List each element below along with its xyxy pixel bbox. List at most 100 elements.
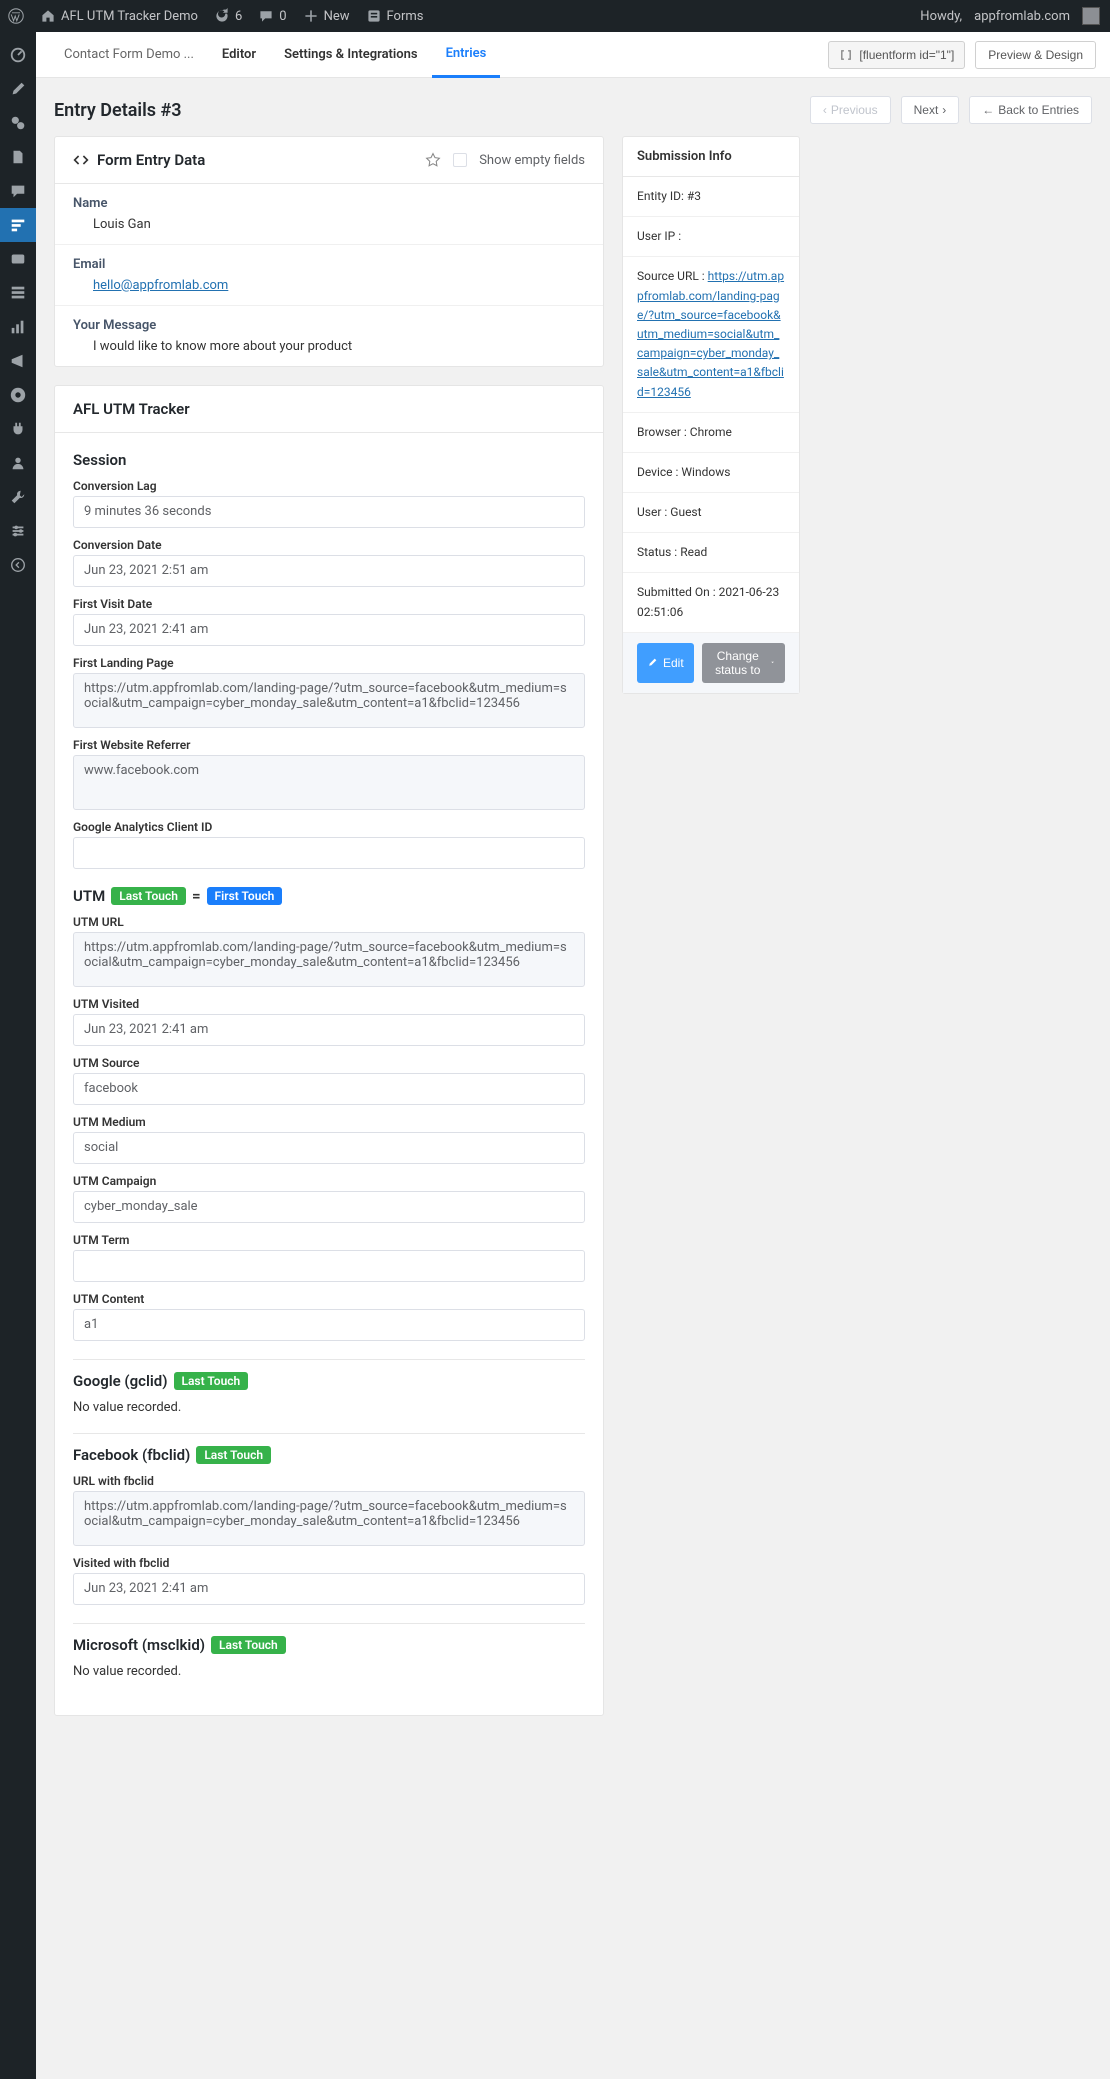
menu-analytics[interactable]	[0, 310, 36, 344]
menu-users[interactable]	[0, 446, 36, 480]
wp-admin-sidebar	[0, 32, 36, 2079]
menu-media[interactable]	[0, 106, 36, 140]
google-novalue: No value recorded.	[73, 1400, 585, 1415]
wp-admin-bar: AFL UTM Tracker Demo 6 0 New Forms Howdy…	[0, 0, 1110, 32]
entry-name-value: Louis Gan	[73, 217, 585, 232]
back-button[interactable]: ← Back to Entries	[969, 96, 1092, 124]
tab-editor[interactable]: Editor	[208, 32, 270, 78]
menu-comments[interactable]	[0, 174, 36, 208]
utm-section-title: UTM Last Touch = First Touch	[73, 887, 585, 905]
menu-plugins[interactable]	[0, 412, 36, 446]
wp-logo[interactable]	[0, 0, 32, 32]
first-visit-value: Jun 23, 2021 2:41 am	[73, 614, 585, 646]
comments-link[interactable]: 0	[250, 0, 294, 32]
submission-user: User : Guest	[623, 493, 799, 533]
comments-count: 0	[279, 9, 286, 24]
fbclid-url-value: https://utm.appfromlab.com/landing-page/…	[73, 1491, 585, 1546]
forms-label: Forms	[387, 9, 424, 24]
update-icon	[214, 8, 230, 24]
chevron-down-icon	[770, 658, 775, 667]
edit-button[interactable]: Edit	[637, 643, 694, 683]
menu-tools[interactable]	[0, 480, 36, 514]
microsoft-badge: Last Touch	[211, 1636, 286, 1654]
tracker-title: AFL UTM Tracker	[73, 400, 190, 418]
google-section-title: Google (gclid) Last Touch	[73, 1372, 585, 1390]
first-touch-badge: First Touch	[207, 887, 283, 905]
username[interactable]: appfromlab.com	[974, 9, 1070, 24]
microsoft-section-title: Microsoft (msclkid) Last Touch	[73, 1636, 585, 1654]
plus-icon	[303, 8, 319, 24]
menu-appearance[interactable]	[0, 378, 36, 412]
shortcode-button[interactable]: [fluentform id="1"]	[828, 41, 965, 69]
forms-link[interactable]: Forms	[358, 0, 432, 32]
tab-entries[interactable]: Entries	[432, 32, 501, 78]
updates-count: 6	[235, 9, 242, 24]
menu-dashboard[interactable]	[0, 38, 36, 72]
new-label: New	[324, 9, 350, 24]
utm-source-value: facebook	[73, 1073, 585, 1105]
entry-message-value: I would like to know more about your pro…	[73, 339, 585, 354]
submission-device: Device : Windows	[623, 453, 799, 493]
menu-marketing[interactable]	[0, 344, 36, 378]
form-entry-header: Form Entry Data	[97, 151, 205, 169]
source-url-link[interactable]: https://utm.appfromlab.com/landing-page/…	[637, 269, 784, 398]
menu-pages[interactable]	[0, 140, 36, 174]
shortcode-icon	[839, 48, 853, 62]
menu-products[interactable]	[0, 276, 36, 310]
submission-source-url: Source URL : https://utm.appfromlab.com/…	[623, 257, 799, 412]
first-landing-value: https://utm.appfromlab.com/landing-page/…	[73, 673, 585, 728]
entry-email-link[interactable]: hello@appfromlab.com	[93, 278, 228, 293]
entry-row-email: Email hello@appfromlab.com	[55, 245, 603, 306]
submission-user-ip: User IP :	[623, 217, 799, 257]
submission-submitted: Submitted On : 2021-06-23 02:51:06	[623, 573, 799, 632]
prev-button[interactable]: ‹ Previous	[810, 96, 891, 124]
menu-collapse[interactable]	[0, 548, 36, 582]
home-icon	[40, 8, 56, 24]
menu-posts[interactable]	[0, 72, 36, 106]
first-referrer-value: www.facebook.com	[73, 755, 585, 810]
form-entry-card: Form Entry Data Show empty fields Name L…	[54, 136, 604, 367]
show-empty-checkbox[interactable]	[453, 153, 467, 167]
utm-tracker-card: AFL UTM Tracker Session Conversion Lag 9…	[54, 385, 604, 1716]
microsoft-novalue: No value recorded.	[73, 1664, 585, 1679]
utm-content-value: a1	[73, 1309, 585, 1341]
howdy-text: Howdy,	[920, 9, 962, 24]
entry-row-name: Name Louis Gan	[55, 184, 603, 245]
conversion-lag-value: 9 minutes 36 seconds	[73, 496, 585, 528]
site-link[interactable]: AFL UTM Tracker Demo	[32, 0, 206, 32]
conversion-date-value: Jun 23, 2021 2:51 am	[73, 555, 585, 587]
google-badge: Last Touch	[174, 1372, 249, 1390]
change-status-button[interactable]: Change status to	[702, 643, 785, 683]
site-name: AFL UTM Tracker Demo	[61, 9, 198, 24]
menu-settings[interactable]	[0, 514, 36, 548]
utm-medium-value: social	[73, 1132, 585, 1164]
menu-fluent-forms[interactable]	[0, 208, 36, 242]
forms-icon	[366, 8, 382, 24]
facebook-section-title: Facebook (fbclid) Last Touch	[73, 1446, 585, 1464]
page-title: Entry Details #3	[54, 100, 182, 121]
next-button[interactable]: Next ›	[901, 96, 960, 124]
preview-button[interactable]: Preview & Design	[975, 41, 1096, 69]
new-link[interactable]: New	[295, 0, 358, 32]
last-touch-badge: Last Touch	[111, 887, 186, 905]
tab-form-name[interactable]: Contact Form Demo ...	[50, 32, 208, 78]
menu-woocommerce[interactable]	[0, 242, 36, 276]
show-empty-label: Show empty fields	[479, 153, 585, 168]
form-tab-bar: Contact Form Demo ... Editor Settings & …	[36, 32, 1110, 78]
updates-link[interactable]: 6	[206, 0, 250, 32]
pencil-icon	[647, 657, 658, 668]
session-title: Session	[73, 451, 585, 469]
avatar[interactable]	[1082, 7, 1100, 25]
tab-settings[interactable]: Settings & Integrations	[270, 32, 432, 78]
utm-url-value: https://utm.appfromlab.com/landing-page/…	[73, 932, 585, 987]
utm-campaign-value: cyber_monday_sale	[73, 1191, 585, 1223]
utm-visited-value: Jun 23, 2021 2:41 am	[73, 1014, 585, 1046]
facebook-badge: Last Touch	[196, 1446, 271, 1464]
wordpress-icon	[8, 8, 24, 24]
utm-term-value	[73, 1250, 585, 1282]
star-icon[interactable]	[425, 152, 441, 168]
submission-entity-id: Entity ID: #3	[623, 177, 799, 217]
comment-icon	[258, 8, 274, 24]
entry-row-message: Your Message I would like to know more a…	[55, 306, 603, 366]
ga-client-value	[73, 837, 585, 869]
